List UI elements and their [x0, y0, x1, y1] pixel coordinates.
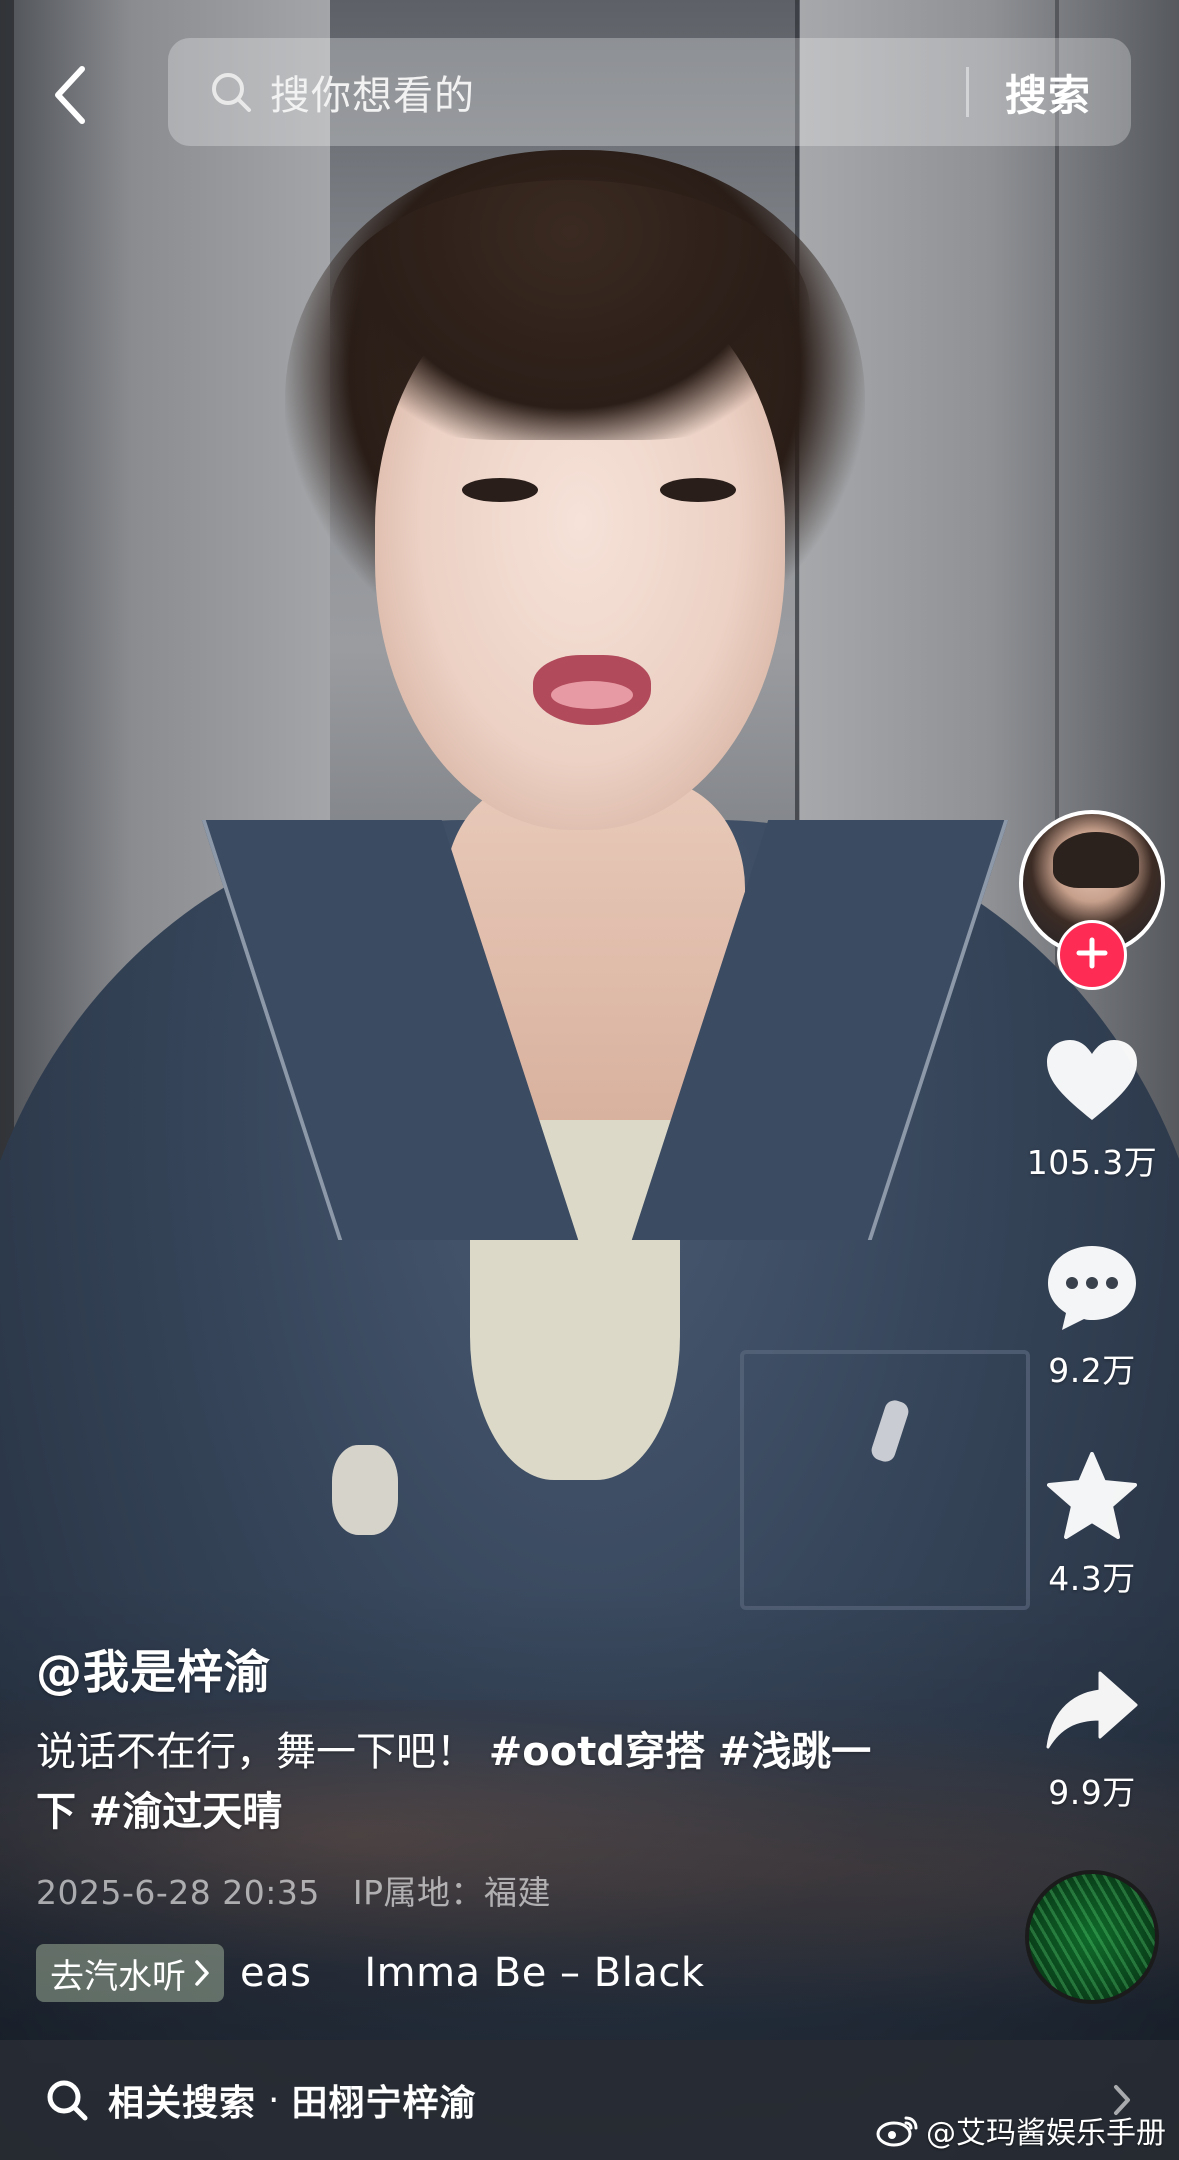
hashtag-link[interactable]: #ootd穿搭: [489, 1729, 705, 1775]
comment-bubble-icon: [1037, 1238, 1147, 1338]
qishui-button-label: 去汽水听: [50, 1956, 186, 1997]
heart-icon: [1037, 1030, 1147, 1130]
plus-icon: [1075, 936, 1109, 974]
share-count: 9.9万: [1048, 1773, 1136, 1812]
follow-button[interactable]: [1057, 920, 1127, 990]
caption-text: 说话不在行，舞一下吧！: [36, 1729, 476, 1775]
like-button[interactable]: 105.3万: [1019, 1030, 1165, 1184]
chevron-left-icon: [52, 65, 88, 129]
wall-seam: [0, 0, 14, 1300]
search-bar[interactable]: 搜你想看的 搜索: [168, 38, 1131, 146]
ip-location: IP属地：福建: [352, 1873, 552, 1912]
search-button[interactable]: 搜索: [1005, 62, 1091, 123]
search-icon: [44, 2077, 90, 2123]
search-divider: [965, 67, 969, 117]
music-disc-icon[interactable]: [1025, 1870, 1159, 2004]
video-caption: 说话不在行，舞一下吧！ #ootd穿搭 #浅跳一下 #渝过天晴: [36, 1722, 886, 1842]
music-row[interactable]: 去汽水听 eas Imma Be – Black: [36, 1942, 976, 2004]
video-subject-eye: [660, 478, 736, 502]
like-count: 105.3万: [1026, 1143, 1158, 1182]
weibo-logo-icon: [876, 2112, 920, 2148]
comment-button[interactable]: 9.2万: [1019, 1238, 1165, 1392]
search-input[interactable]: 搜你想看的: [270, 63, 966, 121]
listen-in-qishui-button[interactable]: 去汽水听: [36, 1944, 224, 2002]
video-subject-bangs: [330, 180, 810, 440]
video-subject-mouth: [533, 655, 651, 725]
music-title: eas Imma Be – Black: [240, 1950, 705, 1996]
favorite-count: 4.3万: [1048, 1559, 1136, 1598]
search-icon: [208, 69, 254, 115]
watermark: @艾玛酱娱乐手册: [876, 2108, 1166, 2152]
chevron-right-icon: [194, 1959, 210, 1987]
back-button[interactable]: [40, 62, 100, 132]
star-icon: [1037, 1446, 1147, 1546]
favorite-button[interactable]: 4.3万: [1019, 1446, 1165, 1600]
watermark-text: @艾玛酱娱乐手册: [926, 2116, 1166, 2151]
music-disc-artwork: [1029, 1874, 1155, 2000]
share-arrow-icon: [1037, 1660, 1147, 1760]
creator-handle[interactable]: @我是梓渝: [36, 1636, 271, 1702]
comment-count: 9.2万: [1048, 1351, 1136, 1390]
related-search-separator: ·: [268, 2079, 280, 2121]
post-datetime: 2025-6-28 20:35: [36, 1873, 320, 1912]
hashtag-link[interactable]: #渝过天晴: [89, 1789, 283, 1835]
related-search-term[interactable]: 田栩宁梓渝: [291, 2074, 476, 2126]
share-button[interactable]: 9.9万: [1019, 1660, 1165, 1814]
video-subject-pocket: [740, 1350, 1030, 1610]
avatar-hair: [1053, 832, 1139, 888]
video-subject-brooch: [332, 1445, 398, 1535]
post-meta: 2025-6-28 20:35 IP属地：福建: [36, 1866, 551, 1914]
related-search-label: 相关搜索: [108, 2083, 257, 2124]
video-subject-eye: [462, 478, 538, 502]
